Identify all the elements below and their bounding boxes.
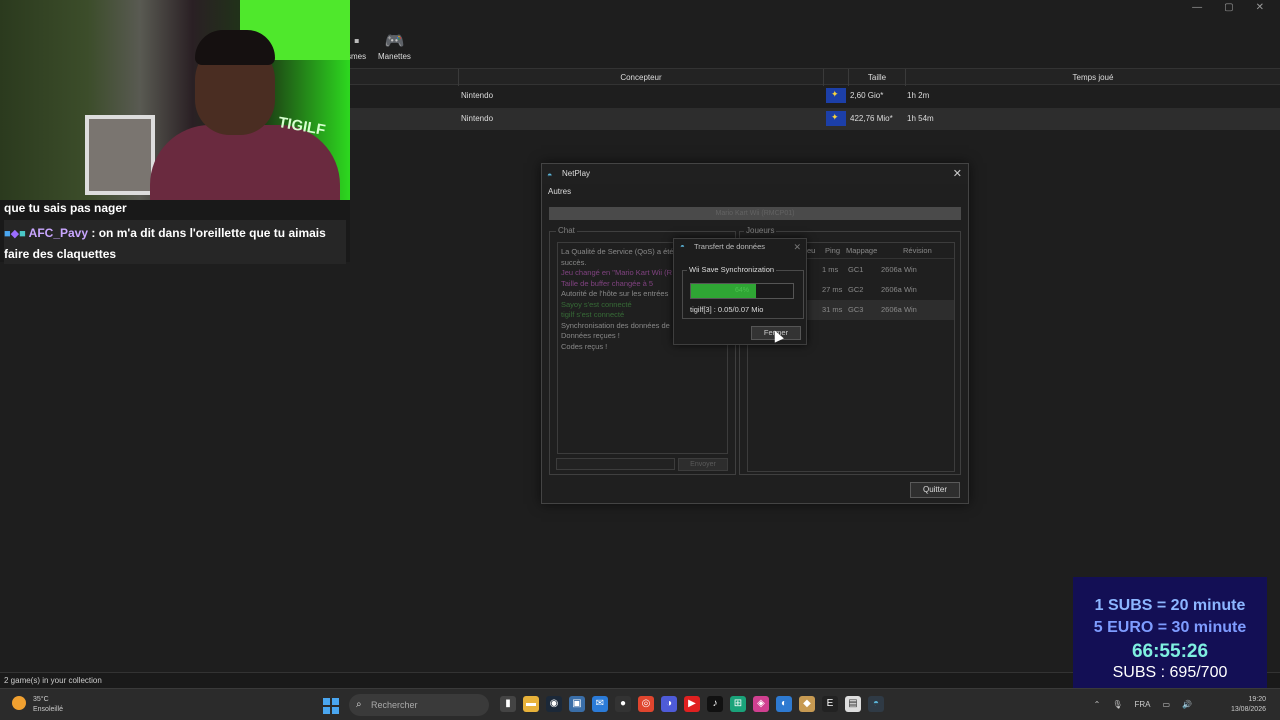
close-icon[interactable]: ✕ bbox=[1256, 2, 1264, 13]
clock[interactable]: 19:20 13/08/2026 bbox=[1231, 695, 1266, 715]
taskbar-apps: ▮ ▬ ◉ ▣ ✉ ● ◎ ◑ ▶ ♪ ⊞ ◈ ◐ ◆ E ▤ ◓ bbox=[500, 696, 884, 712]
sync-info: tigilf[3] : 0.05/0.07 Mio bbox=[690, 305, 764, 314]
dolphin-logo-icon: ◓ bbox=[547, 170, 553, 180]
players-legend: Joueurs bbox=[744, 226, 777, 235]
maximize-icon[interactable]: ▢ bbox=[1224, 2, 1233, 13]
player-ping: 27 ms bbox=[822, 285, 843, 294]
weather-widget[interactable]: 35°C Ensoleillé bbox=[12, 695, 63, 715]
player-mapping: GC3 bbox=[848, 305, 864, 314]
chat-message: ■◆■ AFC_Pavy : on m'a dit dans l'oreille… bbox=[4, 220, 346, 264]
taskbar-search[interactable]: ⌕ Rechercher bbox=[349, 694, 489, 716]
close-icon[interactable]: ✕ bbox=[793, 239, 801, 255]
subathon-overlay: 1 SUBS = 20 minute 5 EURO = 30 minute 66… bbox=[1073, 577, 1267, 691]
column-revision[interactable]: Révision bbox=[903, 243, 932, 259]
windows-start-icon[interactable] bbox=[323, 698, 339, 714]
app-icon[interactable]: ◈ bbox=[753, 696, 769, 712]
eu-flag-icon bbox=[826, 88, 846, 103]
epic-games-icon[interactable]: E bbox=[822, 696, 838, 712]
file-explorer-icon[interactable]: ▬ bbox=[523, 696, 539, 712]
player-revision: 2606a Win bbox=[881, 265, 917, 274]
send-button[interactable]: Envoyer bbox=[678, 458, 728, 471]
chat-username: AFC_Pavy bbox=[28, 226, 89, 240]
game-row-selected[interactable]: Nintendo 422,76 Mio* 1h 54m bbox=[350, 108, 1280, 130]
tray-icons: ⌃ 🎙 FRA ▭ 🔊 bbox=[1094, 700, 1192, 709]
netplay-titlebar: ◓ NetPlay ✕ bbox=[542, 164, 968, 184]
gamepad-icon: 🎮 bbox=[384, 33, 405, 50]
task-view-icon[interactable]: ▮ bbox=[500, 696, 516, 712]
game-developer: Nintendo bbox=[461, 91, 494, 100]
window-controls: — ▢ ✕ bbox=[1192, 2, 1264, 13]
menu-other[interactable]: Autres bbox=[548, 187, 571, 196]
game-row[interactable]: Nintendo 2,60 Gio* 1h 2m bbox=[350, 85, 1280, 107]
chrome-icon[interactable]: ◎ bbox=[638, 696, 654, 712]
language-indicator[interactable]: FRA bbox=[1134, 700, 1150, 709]
column-developer[interactable]: Concepteur bbox=[458, 69, 823, 86]
app-icon[interactable]: ● bbox=[615, 696, 631, 712]
webcam-overlay: TIGILF bbox=[0, 0, 350, 200]
column-mapping[interactable]: Mappage bbox=[846, 243, 877, 259]
column-time-played[interactable]: Temps joué bbox=[905, 69, 1280, 86]
game-selector[interactable]: Mario Kart Wii (RMCP01) bbox=[549, 207, 961, 220]
column-region[interactable] bbox=[823, 69, 848, 86]
player-revision: 2606a Win bbox=[881, 305, 917, 314]
column-ping[interactable]: Ping bbox=[825, 243, 840, 259]
notepad-icon[interactable]: ▤ bbox=[845, 696, 861, 712]
subs-count: SUBS : 695/700 bbox=[1112, 664, 1228, 681]
dolphin-logo-icon: ◓ bbox=[680, 242, 685, 251]
game-size: 2,60 Gio* bbox=[850, 91, 884, 100]
player-revision: 2606a Win bbox=[881, 285, 917, 294]
microphone-icon[interactable]: 🎙 bbox=[1112, 700, 1122, 709]
subathon-timer: 66:55:26 bbox=[1131, 641, 1209, 662]
player-ping: 31 ms bbox=[822, 305, 843, 314]
close-icon[interactable]: ✕ bbox=[953, 164, 962, 184]
game-developer: Nintendo bbox=[461, 114, 494, 123]
app-icon[interactable]: ◐ bbox=[776, 696, 792, 712]
wii-save-sync-group: Wii Save Synchronization 64% tigilf[3] :… bbox=[682, 265, 804, 319]
tiktok-icon[interactable]: ♪ bbox=[707, 696, 723, 712]
windows-taskbar: 35°C Ensoleillé ⌕ Rechercher ▮ ▬ ◉ ▣ ✉ ●… bbox=[0, 688, 1280, 720]
game-time-played: 1h 2m bbox=[907, 91, 930, 100]
column-size[interactable]: Taille bbox=[848, 69, 905, 86]
discord-icon[interactable]: ◑ bbox=[661, 696, 677, 712]
chevron-up-icon[interactable]: ⌃ bbox=[1094, 700, 1101, 709]
quit-button[interactable]: Quitter bbox=[910, 482, 960, 498]
euro-rate: 5 EURO = 30 minute bbox=[1093, 619, 1247, 636]
column-game[interactable]: eu bbox=[807, 243, 815, 259]
sync-progress-bar: 64% bbox=[690, 283, 794, 299]
steam-icon[interactable]: ◉ bbox=[546, 696, 562, 712]
player-ping: 1 ms bbox=[822, 265, 839, 274]
network-icon[interactable]: ▭ bbox=[1162, 700, 1170, 709]
app-icon[interactable]: ⊞ bbox=[730, 696, 746, 712]
player-mapping: GC1 bbox=[848, 265, 864, 274]
store-icon[interactable]: ▣ bbox=[569, 696, 585, 712]
minimize-icon[interactable]: — bbox=[1192, 2, 1202, 13]
eu-flag-icon bbox=[826, 111, 846, 126]
stream-chat-overlay: que tu sais pas nager ■◆■ AFC_Pavy : on … bbox=[0, 200, 350, 264]
transfer-titlebar: ◓ Transfert de données ✕ bbox=[674, 239, 806, 255]
sync-legend: Wii Save Synchronization bbox=[687, 265, 777, 274]
chat-legend: Chat bbox=[556, 226, 577, 235]
app-icon[interactable]: ✉ bbox=[592, 696, 608, 712]
youtube-icon[interactable]: ▶ bbox=[684, 696, 700, 712]
player-mapping: GC2 bbox=[848, 285, 864, 294]
volume-icon[interactable]: 🔊 bbox=[1182, 700, 1192, 709]
game-size: 422,76 Mio* bbox=[850, 114, 893, 123]
dolphin-icon[interactable]: ◓ bbox=[868, 696, 884, 712]
progress-percent: 64% bbox=[734, 287, 749, 294]
subs-rate: 1 SUBS = 20 minute bbox=[1094, 597, 1246, 614]
toolbar-controllers-button[interactable]: 🎮 Manettes bbox=[378, 32, 411, 61]
data-transfer-dialog: ◓ Transfert de données ✕ Wii Save Synchr… bbox=[673, 238, 807, 345]
app-icon[interactable]: ◆ bbox=[799, 696, 815, 712]
netplay-title: NetPlay bbox=[562, 169, 591, 178]
transfer-title: Transfert de données bbox=[694, 242, 766, 251]
game-list-header: Concepteur Taille Temps joué bbox=[350, 68, 1280, 86]
shelf bbox=[85, 115, 155, 195]
chat-message: que tu sais pas nager bbox=[4, 201, 127, 215]
chat-badges-icon: ■◆■ bbox=[4, 228, 26, 240]
game-time-played: 1h 54m bbox=[907, 114, 934, 123]
chat-input[interactable] bbox=[556, 458, 675, 470]
search-icon: ⌕ bbox=[356, 699, 362, 710]
sun-icon bbox=[12, 696, 26, 710]
